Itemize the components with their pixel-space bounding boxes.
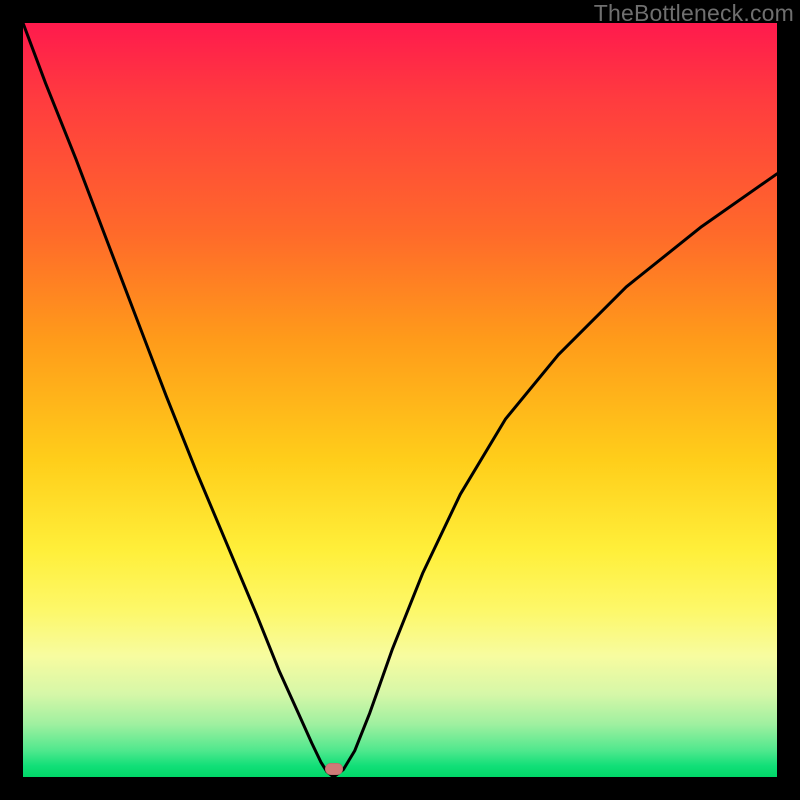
chart-frame bbox=[23, 23, 777, 777]
min-point-marker bbox=[325, 763, 343, 775]
plot-area bbox=[23, 23, 777, 777]
gradient-background bbox=[23, 23, 777, 777]
